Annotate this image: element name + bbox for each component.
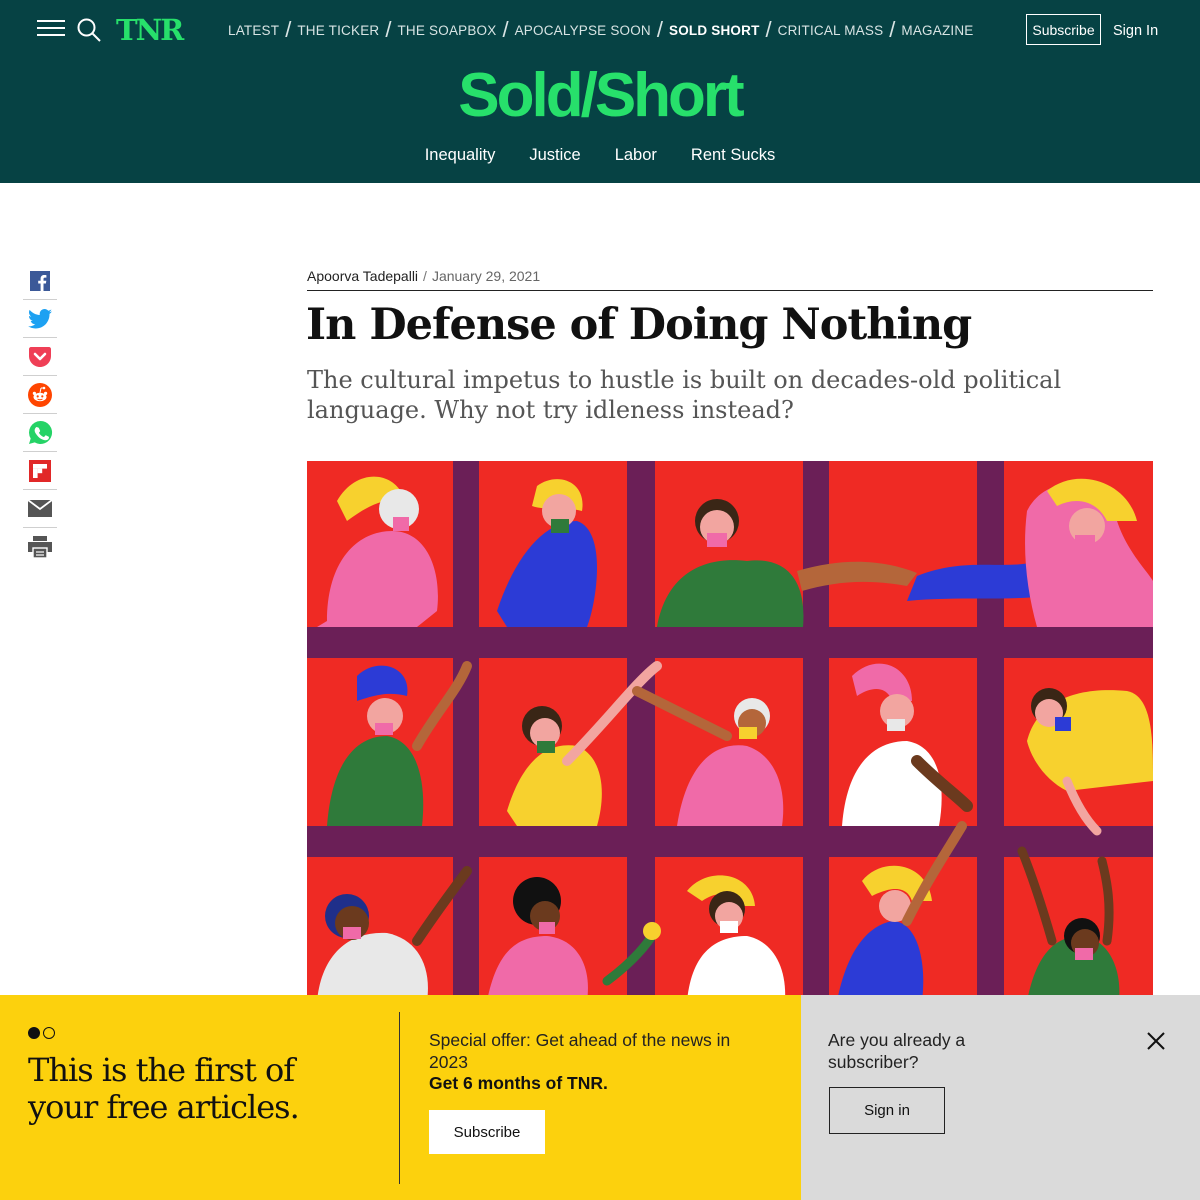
nav-divider: / xyxy=(285,17,292,42)
menu-icon[interactable] xyxy=(37,20,65,40)
twitter-icon xyxy=(28,308,52,328)
paywall-headline: This is the first of your free articles. xyxy=(28,1051,300,1126)
already-subscriber-text: Are you already a subscriber? xyxy=(828,1030,966,1072)
share-pocket-button[interactable] xyxy=(23,338,57,376)
offer-highlight: Get 6 months of TNR. xyxy=(429,1073,608,1093)
whatsapp-icon xyxy=(28,420,52,444)
paywall-subscribe-button[interactable]: Subscribe xyxy=(429,1110,545,1154)
author-link[interactable]: Apoorva Tadepalli xyxy=(307,268,418,284)
facebook-icon xyxy=(30,270,50,291)
close-icon[interactable] xyxy=(1145,1030,1167,1052)
share-email-button[interactable] xyxy=(23,490,57,528)
share-facebook-button[interactable] xyxy=(23,262,57,300)
progress-dot-filled xyxy=(28,1027,40,1039)
nav-magazine[interactable]: MAGAZINE xyxy=(901,23,973,38)
print-button[interactable] xyxy=(23,528,57,566)
share-flipboard-button[interactable] xyxy=(23,452,57,490)
nav-divider: / xyxy=(656,17,664,42)
nav-divider: / xyxy=(889,17,896,42)
top-nav: LATEST / THE TICKER / THE SOAPBOX / APOC… xyxy=(228,17,974,42)
byline-separator: / xyxy=(423,268,427,284)
share-rail xyxy=(23,262,57,566)
subscribe-button[interactable]: Subscribe xyxy=(1026,14,1101,45)
sign-in-link[interactable]: Sign In xyxy=(1113,23,1158,39)
nav-apocalypse-soon[interactable]: APOCALYPSE SOON xyxy=(515,23,651,38)
section-title[interactable]: Sold/Short xyxy=(0,60,1200,131)
print-icon xyxy=(28,536,52,558)
paywall-sign-in-button[interactable]: Sign in xyxy=(829,1087,945,1134)
article-dek: The cultural impetus to hustle is built … xyxy=(307,366,1062,424)
paywall-divider xyxy=(399,1012,400,1184)
tnr-logo[interactable]: TNR xyxy=(116,13,184,47)
nav-the-ticker[interactable]: THE TICKER xyxy=(297,23,379,38)
nav-divider: / xyxy=(385,17,392,42)
section-subnav: Inequality Justice Labor Rent Sucks xyxy=(0,146,1200,165)
progress-dot-empty xyxy=(43,1027,55,1039)
byline: Apoorva Tadepalli / January 29, 2021 xyxy=(307,268,540,284)
subnav-justice[interactable]: Justice xyxy=(529,146,580,165)
flipboard-icon xyxy=(29,459,51,482)
share-twitter-button[interactable] xyxy=(23,300,57,338)
offer-text: Special offer: Get ahead of the news in … xyxy=(429,1030,731,1072)
nav-divider: / xyxy=(765,17,772,42)
pocket-icon xyxy=(29,346,51,367)
publish-date: January 29, 2021 xyxy=(431,268,541,284)
email-icon xyxy=(28,500,52,517)
nav-divider: / xyxy=(502,17,509,42)
article-headline: In Defense of Doing Nothing xyxy=(306,300,972,350)
share-whatsapp-button[interactable] xyxy=(23,414,57,452)
subnav-rent-sucks[interactable]: Rent Sucks xyxy=(691,146,775,165)
byline-rule xyxy=(307,290,1153,291)
nav-sold-short[interactable]: SOLD SHORT xyxy=(669,23,760,38)
nav-critical-mass[interactable]: CRITICAL MASS xyxy=(778,23,884,38)
site-header: TNR LATEST / THE TICKER / THE SOAPBOX / … xyxy=(0,0,1200,183)
subnav-inequality[interactable]: Inequality xyxy=(425,146,496,165)
search-icon[interactable] xyxy=(76,17,102,43)
share-reddit-button[interactable] xyxy=(23,376,57,414)
hero-illustration xyxy=(307,461,1153,1001)
article-count-indicator xyxy=(28,1027,55,1039)
reddit-icon xyxy=(28,382,52,407)
nav-the-soapbox[interactable]: THE SOAPBOX xyxy=(397,23,496,38)
nav-latest[interactable]: LATEST xyxy=(228,23,279,38)
subnav-labor[interactable]: Labor xyxy=(615,146,657,165)
